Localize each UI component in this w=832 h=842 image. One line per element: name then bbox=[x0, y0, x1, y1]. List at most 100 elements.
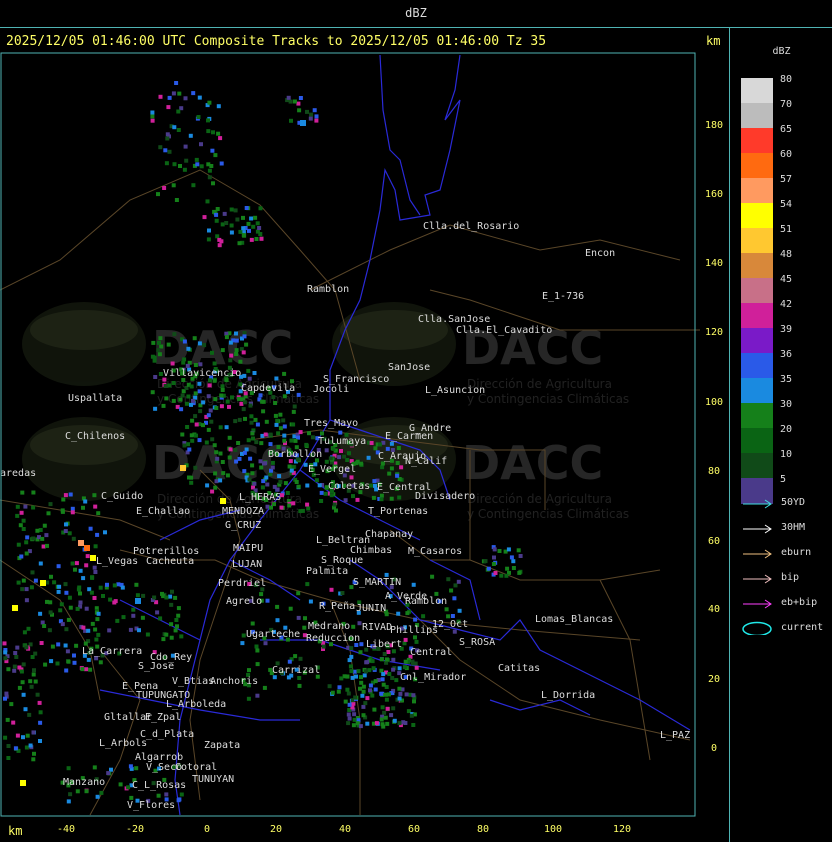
place-label: V_Btias bbox=[172, 676, 214, 687]
place-label: Ramblon bbox=[307, 284, 349, 295]
place-label: Cnl_Mirador bbox=[400, 672, 466, 683]
track-label-current: current bbox=[781, 622, 824, 633]
legend-swatch-36 bbox=[741, 353, 773, 379]
legend-swatch-65 bbox=[741, 128, 773, 154]
place-label: C_L_Rosas bbox=[132, 780, 186, 791]
x-tick-label: 120 bbox=[613, 824, 631, 835]
place-label: E_Vergel bbox=[308, 464, 356, 475]
legend-swatch-57 bbox=[741, 178, 773, 204]
legend-value-45: 45 bbox=[780, 274, 793, 285]
place-label: L_Asuncion bbox=[425, 385, 485, 396]
legend-value-39: 39 bbox=[780, 324, 793, 335]
legend-value-30: 30 bbox=[780, 399, 793, 410]
legend-swatch-10 bbox=[741, 453, 773, 479]
x-tick-label: 20 bbox=[270, 824, 282, 835]
place-label: R_Peña bbox=[319, 601, 355, 612]
place-label: Ramblon bbox=[405, 596, 447, 607]
legend-swatch-30 bbox=[741, 403, 773, 429]
y-tick-label: 60 bbox=[708, 536, 720, 547]
place-label: Carrizal bbox=[272, 665, 320, 676]
place-label: N_Calif bbox=[405, 456, 447, 467]
place-label: L_Arbols bbox=[99, 738, 147, 749]
legend-swatch-45 bbox=[741, 278, 773, 304]
y-tick-label: 160 bbox=[705, 189, 723, 200]
place-label: Cotoral bbox=[175, 762, 217, 773]
place-label: Clla.SanJose bbox=[418, 314, 490, 325]
legend-value-42: 42 bbox=[780, 299, 793, 310]
legend-swatch-80 bbox=[741, 78, 773, 104]
place-label: Capdevila bbox=[241, 383, 295, 394]
track-label-eburn: eburn bbox=[781, 547, 812, 558]
radar-map[interactable]: DACCDirección de Agriculturay Contingenc… bbox=[0, 0, 730, 842]
track-label-bip: bip bbox=[781, 572, 800, 583]
place-label: T_Portenas bbox=[368, 506, 428, 517]
svg-text:y Contingencias Climáticas: y Contingencias Climáticas bbox=[467, 507, 629, 521]
place-label: Encon bbox=[585, 248, 615, 259]
place-label: Villavicencio bbox=[163, 368, 241, 379]
legend-swatch-42 bbox=[741, 303, 773, 329]
place-label: Clla.El_Cavadito bbox=[456, 325, 552, 336]
y-tick-label: 20 bbox=[708, 674, 720, 685]
y-tick-label: 40 bbox=[708, 604, 720, 615]
place-label: Reduccion bbox=[306, 633, 360, 644]
current-ellipse-icon bbox=[742, 621, 772, 635]
legend-swatch-39 bbox=[741, 328, 773, 354]
place-label: JUNIN bbox=[356, 603, 386, 614]
legend-swatch-48 bbox=[741, 253, 773, 279]
place-label: E_1-736 bbox=[542, 291, 584, 302]
place-label: LUJAN bbox=[232, 559, 262, 570]
place-label: E_Carmen bbox=[385, 431, 433, 442]
place-label: Tres_Mayo bbox=[304, 418, 358, 429]
y-tick-label: 100 bbox=[705, 397, 723, 408]
svg-text:y Contingencias Climáticas: y Contingencias Climáticas bbox=[467, 392, 629, 406]
place-label: Zapata bbox=[204, 740, 240, 751]
track-label-30HM: 30HM bbox=[781, 522, 806, 533]
place-label: Catitas bbox=[498, 663, 540, 674]
svg-text:Dirección de Agricultura: Dirección de Agricultura bbox=[467, 377, 612, 391]
legend-swatch-60 bbox=[741, 153, 773, 179]
place-label: Tulumaya bbox=[318, 436, 366, 447]
place-label: L_PAZ bbox=[660, 730, 690, 741]
track-arrow-icon-30HM bbox=[743, 524, 772, 534]
place-label: aredas bbox=[0, 468, 36, 479]
place-label: Jocoli bbox=[313, 384, 349, 395]
legend-value-54: 54 bbox=[780, 199, 793, 210]
legend-title: dBZ bbox=[772, 46, 791, 57]
track-label-eb+bip: eb+bip bbox=[781, 597, 818, 608]
place-label: Coletas bbox=[328, 481, 370, 492]
x-tick-label: 60 bbox=[408, 824, 420, 835]
legend-swatch-70 bbox=[741, 103, 773, 129]
place-label: L_Vegas bbox=[96, 556, 138, 567]
place-label: Libert bbox=[366, 639, 402, 650]
y-tick-label: 140 bbox=[705, 258, 723, 269]
place-label: Perdriel bbox=[218, 578, 266, 589]
place-label: L_HERAS bbox=[239, 492, 281, 503]
place-label: Manzano bbox=[63, 777, 105, 788]
legend-value-10: 10 bbox=[780, 449, 793, 460]
place-label: L_Dorrida bbox=[541, 690, 595, 701]
place-label: Uspallata bbox=[68, 393, 122, 404]
y-tick-label: 80 bbox=[708, 466, 720, 477]
km-unit-label-top: km bbox=[706, 34, 721, 48]
track-arrow-icon-eburn bbox=[743, 549, 772, 559]
km-unit-label-bottom: km bbox=[8, 824, 23, 838]
place-label: Palmita bbox=[306, 566, 348, 577]
legend-value-5: 5 bbox=[780, 474, 787, 485]
x-tick-label: 100 bbox=[544, 824, 562, 835]
place-label: Lomas_Blancas bbox=[535, 614, 613, 625]
legend-swatch-20 bbox=[741, 428, 773, 454]
y-tick-label: 120 bbox=[705, 327, 723, 338]
place-label: C_Guido bbox=[101, 491, 143, 502]
place-label: S_Roque bbox=[321, 555, 363, 566]
legend-value-60: 60 bbox=[780, 149, 793, 160]
place-label: V_Flores bbox=[127, 800, 175, 811]
composite-tracks-header: 2025/12/05 01:46:00 UTC Composite Tracks… bbox=[6, 34, 547, 49]
place-label: Borbollon bbox=[268, 449, 322, 460]
place-label: Medrano bbox=[308, 621, 350, 632]
place-label: L_Arboleda bbox=[166, 699, 226, 710]
legend-value-51: 51 bbox=[780, 224, 793, 235]
place-label: E_Challao bbox=[136, 506, 190, 517]
place-label: Agrelo bbox=[226, 596, 262, 607]
x-tick-label: 40 bbox=[339, 824, 351, 835]
place-label: M_Casaros bbox=[408, 546, 462, 557]
